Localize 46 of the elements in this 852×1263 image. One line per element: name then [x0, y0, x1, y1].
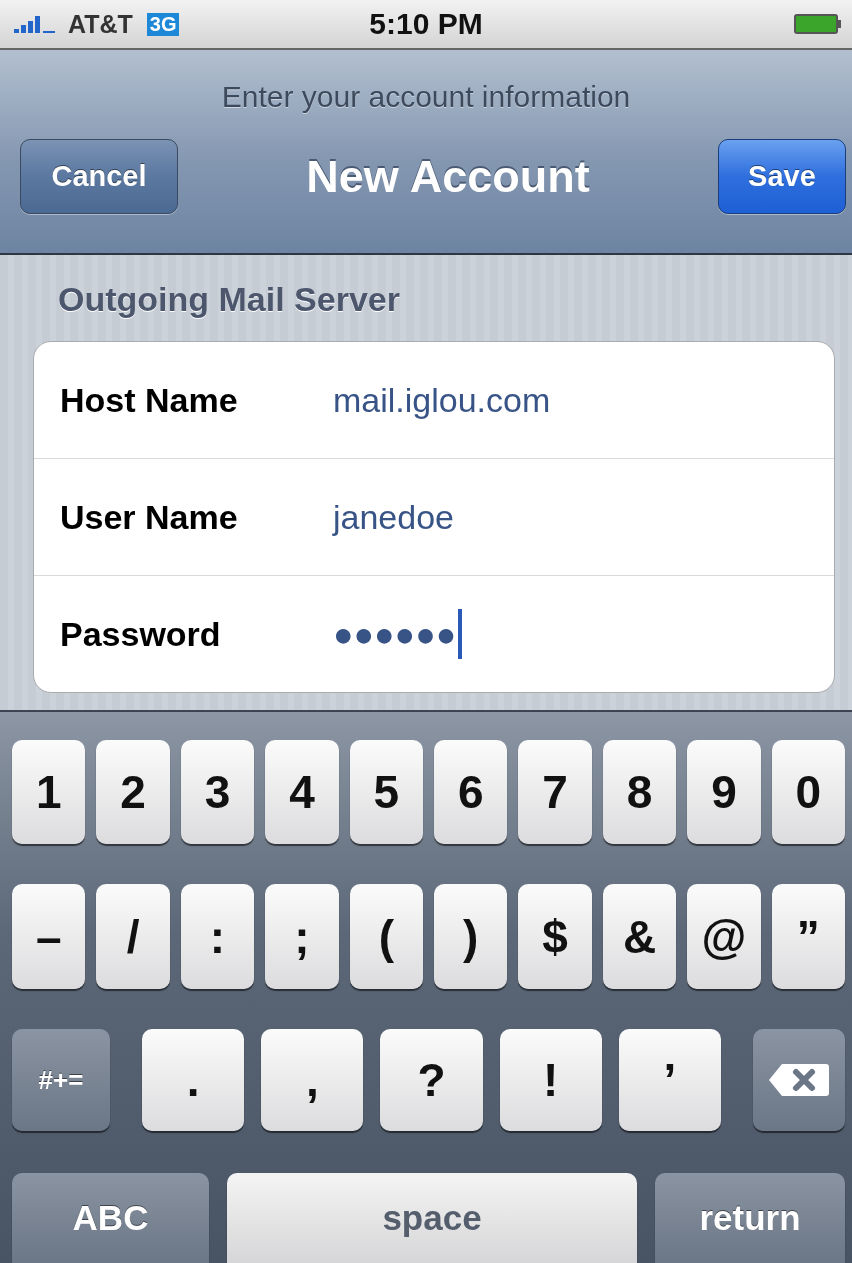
input-field[interactable]: mail.iglou.com [333, 380, 551, 420]
key[interactable]: – [12, 884, 86, 989]
key[interactable]: ) [434, 884, 508, 989]
field-label: User Name [60, 497, 239, 537]
key[interactable]: ” [771, 884, 846, 989]
clock: 5:10 PM [369, 7, 483, 40]
input-field[interactable]: janedoe [333, 497, 454, 537]
key[interactable]: . [142, 1028, 245, 1132]
key[interactable]: , [261, 1028, 364, 1132]
carrier-label: AT&T [68, 9, 133, 39]
save-button[interactable]: Save [718, 139, 846, 214]
key[interactable]: 7 [518, 740, 592, 845]
prompt-text: Enter your account information [221, 80, 631, 114]
key[interactable]: 9 [687, 740, 761, 845]
field-label: Password [60, 614, 222, 654]
key[interactable]: return [655, 1173, 845, 1263]
screen-title: New Account [306, 150, 590, 203]
key[interactable]: 2 [96, 740, 170, 845]
battery-icon [794, 13, 842, 35]
key[interactable]: 6 [434, 740, 508, 845]
key[interactable]: #+= [12, 1028, 110, 1132]
key[interactable]: ( [349, 884, 424, 989]
network-badge: 3G [146, 12, 180, 36]
key[interactable]: @ [687, 884, 761, 989]
key[interactable]: 8 [602, 740, 677, 845]
key[interactable]: / [96, 884, 170, 989]
key[interactable]: 5 [349, 740, 424, 845]
key[interactable]: & [602, 884, 677, 989]
key[interactable]: $ [518, 884, 592, 989]
key[interactable]: 4 [265, 740, 339, 845]
key[interactable]: ’ [618, 1028, 721, 1132]
key[interactable]: 0 [771, 740, 846, 845]
key[interactable]: 1 [12, 740, 86, 845]
key[interactable]: ? [380, 1028, 483, 1132]
space-key[interactable]: space [227, 1173, 637, 1263]
input-field[interactable]: ●●●●●● [333, 609, 463, 659]
key[interactable]: ABC [12, 1173, 209, 1263]
key[interactable]: ! [499, 1028, 602, 1132]
backspace-key[interactable] [753, 1028, 845, 1132]
backspace-icon [768, 1062, 830, 1099]
field-label: Host Name [60, 380, 239, 420]
key[interactable]: : [180, 884, 255, 989]
key[interactable]: ; [265, 884, 339, 989]
cancel-button[interactable]: Cancel [20, 139, 178, 214]
key[interactable]: 3 [180, 740, 255, 845]
section-header: Outgoing Mail Server [58, 280, 401, 319]
